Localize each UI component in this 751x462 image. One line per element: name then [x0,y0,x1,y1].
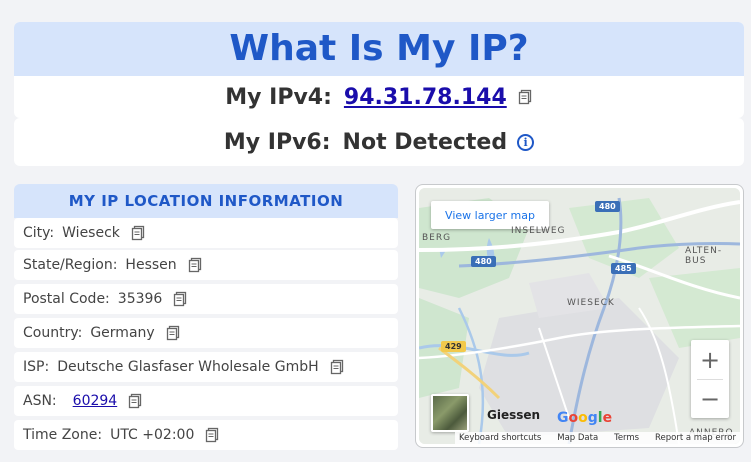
info-row-postal: Postal Code: 35396 [14,284,398,314]
google-logo: Google [557,410,613,426]
copy-icon[interactable] [517,89,533,105]
copy-icon[interactable] [204,427,220,443]
map-city-label: Giessen [487,408,541,422]
info-label: Country: [23,325,83,341]
terms-link[interactable]: Terms [614,433,639,443]
info-value: Deutsche Glasfaser Wholesale GmbH [57,359,319,375]
map-place-label: BERG [422,233,452,243]
road-shield: 480 [471,256,496,267]
info-value: Wieseck [62,225,120,241]
info-row-city: City: Wieseck [14,218,398,248]
ipv6-label: My IPv6: [223,129,331,155]
info-row-isp: ISP: Deutsche Glasfaser Wholesale GmbH [14,352,398,382]
road-shield: 485 [611,263,636,274]
page-title: What Is My IP? [229,28,529,69]
asn-link[interactable]: 60294 [73,393,118,409]
ipv4-label: My IPv4: [225,84,332,110]
report-error-link[interactable]: Report a map error [655,433,736,443]
info-row-timezone: Time Zone: UTC +02:00 [14,420,398,450]
info-label: State/Region: [23,257,118,273]
ipv4-row: My IPv4: 94.31.78.144 [14,76,744,118]
ip-summary-card: What Is My IP? My IPv4: 94.31.78.144 [14,22,744,118]
map-frame: View larger map BERG INSELWEG ALTEN-BUS … [415,184,744,448]
info-value: UTC +02:00 [110,427,195,443]
map-data-link[interactable]: Map Data [557,433,598,443]
map-attribution: Keyboard shortcuts Map Data Terms Report… [455,432,740,444]
copy-icon[interactable] [130,225,146,241]
road-shield: 429 [441,341,466,352]
info-label: City: [23,225,55,241]
zoom-out-button[interactable]: − [691,379,729,418]
satellite-toggle[interactable] [431,394,469,432]
location-info-panel: MY IP LOCATION INFORMATION City: Wieseck… [14,184,398,462]
info-label: ISP: [23,359,50,375]
info-row-asn: ASN: 60294 [14,386,398,416]
ipv4-link[interactable]: 94.31.78.144 [344,85,507,110]
map-place-label: ALTEN-BUS [685,246,723,266]
copy-icon[interactable] [165,325,181,341]
location-info-heading: MY IP LOCATION INFORMATION [14,184,398,218]
map-view[interactable]: View larger map BERG INSELWEG ALTEN-BUS … [419,188,740,444]
zoom-in-button[interactable]: + [691,340,729,379]
copy-icon[interactable] [187,257,203,273]
title-bar: What Is My IP? [14,22,744,76]
info-label: Postal Code: [23,291,110,307]
info-value: Germany [90,325,155,341]
keyboard-shortcuts-link[interactable]: Keyboard shortcuts [459,433,541,443]
zoom-controls: + − [691,340,729,418]
ipv6-card: My IPv6: Not Detected i [14,118,744,166]
copy-icon[interactable] [172,291,188,307]
ipv6-value: Not Detected [342,129,508,155]
info-icon[interactable]: i [517,133,535,151]
road-shield: 480 [595,201,620,212]
map-place-label: INSELWEG [511,226,566,236]
copy-icon[interactable] [127,393,143,409]
copy-icon[interactable] [329,359,345,375]
info-label: ASN: [23,393,57,409]
info-value: Hessen [125,257,177,273]
info-row-state: State/Region: Hessen [14,250,398,280]
info-value: 35396 [117,291,163,307]
info-label: Time Zone: [23,427,103,443]
zoom-divider [697,379,723,380]
info-row-country: Country: Germany [14,318,398,348]
view-larger-map-link[interactable]: View larger map [431,201,549,229]
map-place-label: WIESECK [567,298,615,308]
